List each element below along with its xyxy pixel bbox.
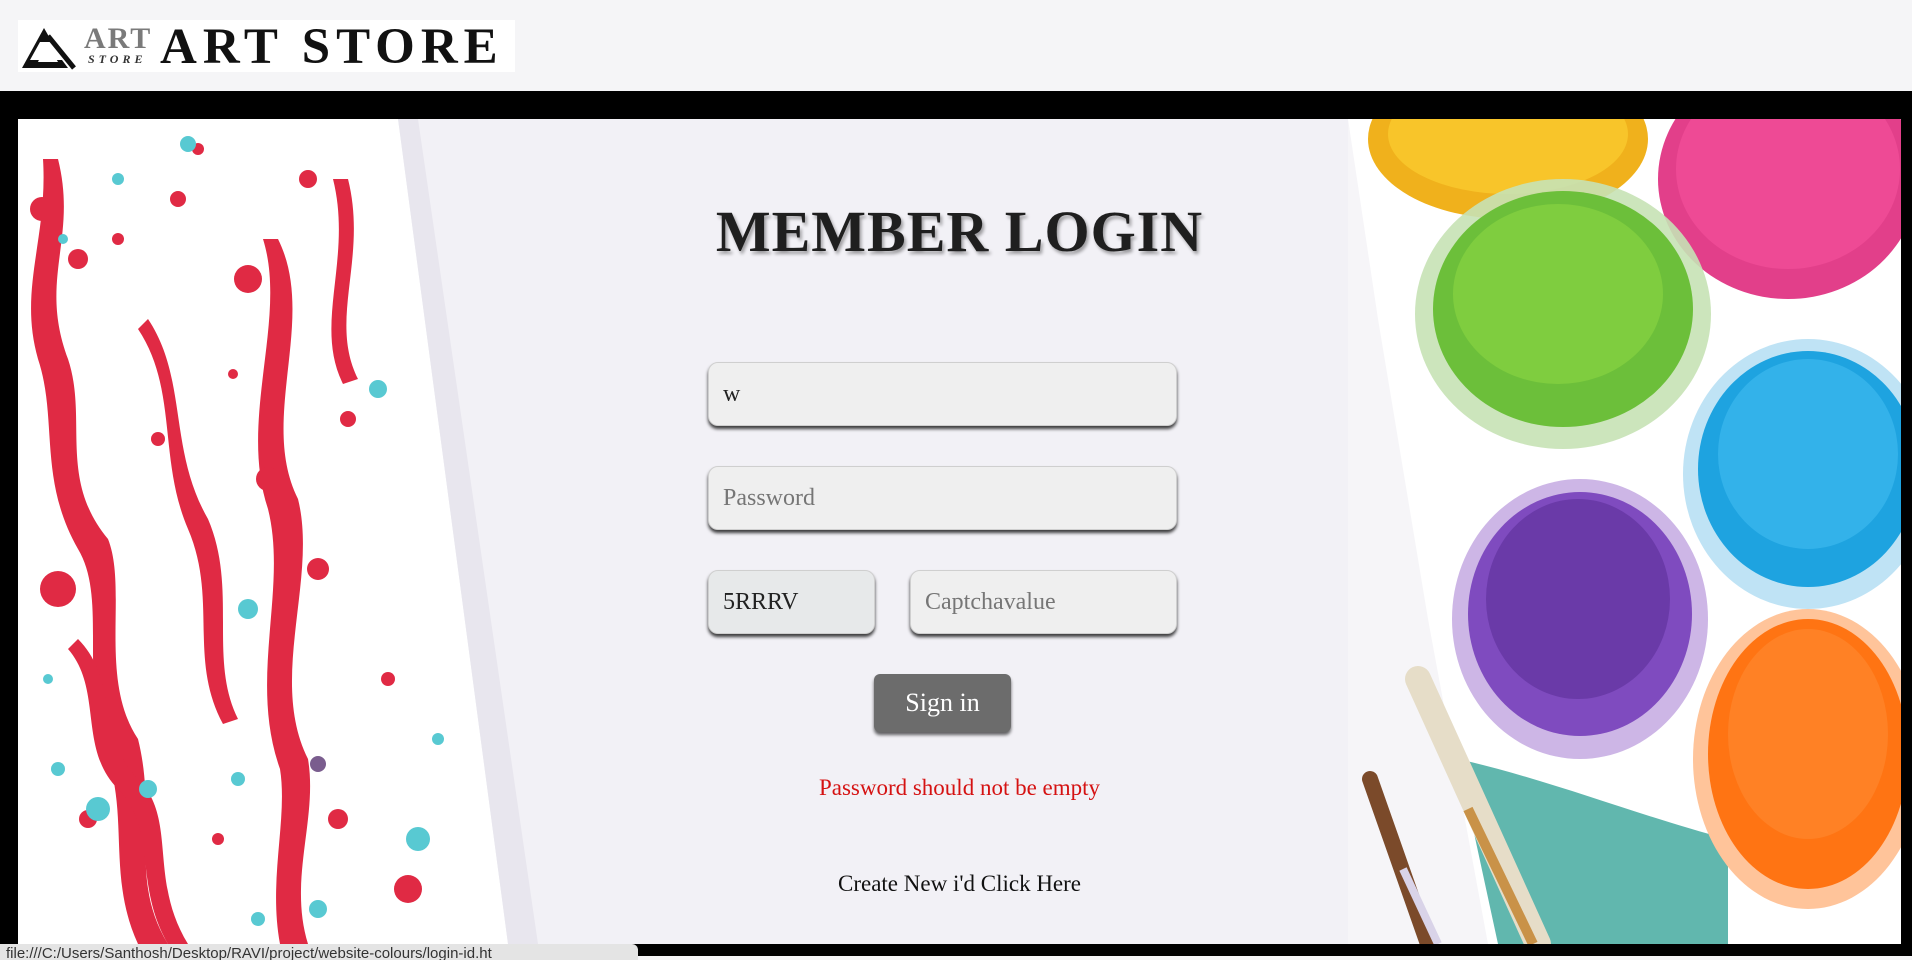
login-hero: MEMBER LOGIN 5RRRV Sign in Password shou… (18, 119, 1901, 944)
captcha-value-input[interactable] (910, 570, 1177, 634)
site-title: ART STORE (160, 19, 504, 75)
error-message: Password should not be empty (818, 775, 1101, 800)
create-account-prefix: Create New i'd (838, 871, 981, 896)
browser-status-url: file:///C:/Users/Santhosh/Desktop/RAVI/p… (0, 944, 638, 960)
header-bar: ART STORE ART STORE (0, 0, 1912, 91)
site-logo[interactable]: ART STORE ART STORE (18, 19, 515, 75)
create-account-link[interactable]: Click Here (981, 871, 1081, 896)
username-input[interactable] (708, 362, 1177, 426)
create-account-text: Create New i'd Click Here (18, 871, 1901, 897)
captcha-code-field: 5RRRV (708, 570, 875, 634)
art-store-logo-icon: ART STORE (18, 20, 150, 72)
page-title: MEMBER LOGIN (715, 199, 1204, 264)
password-input[interactable] (708, 466, 1177, 530)
logo-art-text: ART (84, 22, 153, 55)
sign-in-button[interactable]: Sign in (874, 674, 1011, 732)
logo-store-text: STORE (88, 52, 147, 66)
